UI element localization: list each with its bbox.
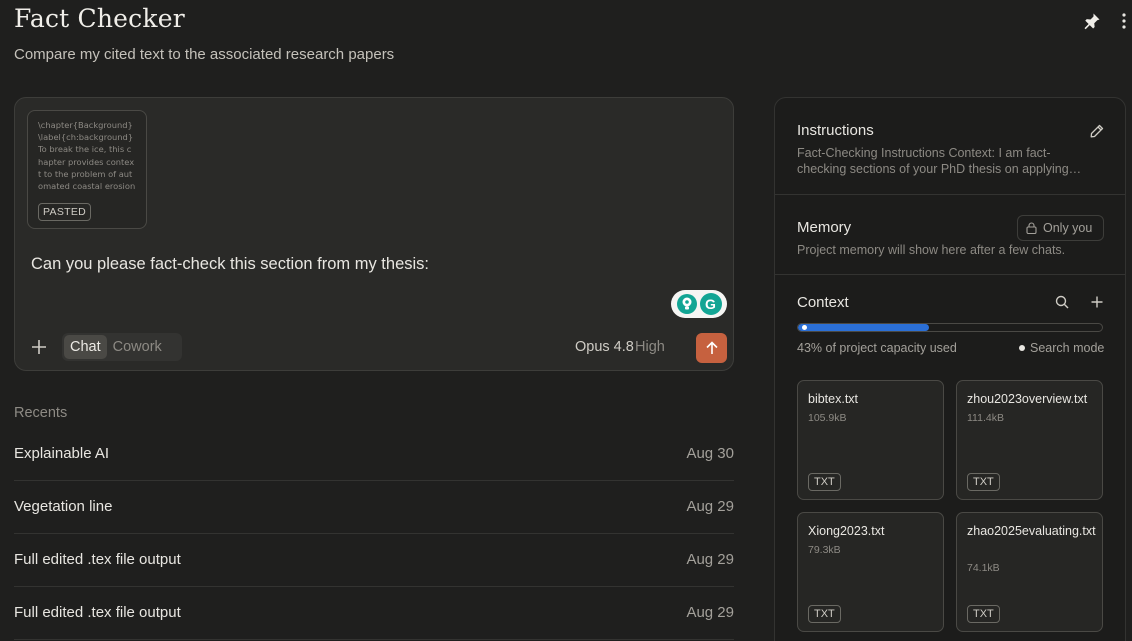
file-size: 79.3kB xyxy=(808,544,841,556)
more-vertical-icon xyxy=(1122,13,1126,29)
search-mode-indicator[interactable]: Search mode xyxy=(1019,341,1104,355)
file-name: zhao2025evaluating.txt xyxy=(967,524,1096,538)
pasted-preview-text: \chapter{Background}\label{ch:background… xyxy=(38,120,136,195)
pencil-icon xyxy=(1090,124,1104,138)
recent-chat-title: Full edited .tex file output xyxy=(14,551,181,568)
instructions-text: Fact-Checking Instructions Context: I am… xyxy=(797,146,1082,176)
project-side-panel: Instructions Fact-Checking Instructions … xyxy=(774,97,1126,641)
search-mode-label: Search mode xyxy=(1030,341,1105,355)
pasted-badge: PASTED xyxy=(38,203,92,221)
recent-chat-item[interactable]: Vegetation line Aug 29 xyxy=(14,481,734,534)
recent-chat-title: Explainable AI xyxy=(14,445,110,462)
search-icon xyxy=(1055,295,1069,309)
file-name: Xiong2023.txt xyxy=(808,524,885,538)
context-title: Context xyxy=(797,294,849,311)
plus-icon xyxy=(32,340,46,354)
capacity-marker xyxy=(802,325,807,330)
file-size: 111.4kB xyxy=(967,412,1004,424)
context-search-button[interactable] xyxy=(1053,293,1071,311)
pin-button[interactable] xyxy=(1082,11,1102,31)
add-context-button[interactable] xyxy=(1088,293,1106,311)
capacity-progress-fill xyxy=(798,324,929,331)
file-name: zhou2023overview.txt xyxy=(967,392,1088,406)
recent-chat-item[interactable]: Full edited .tex file output Aug 29 xyxy=(14,587,734,640)
pasted-attachment[interactable]: \chapter{Background}\label{ch:background… xyxy=(27,110,147,229)
mode-cowork[interactable]: Cowork xyxy=(107,335,168,359)
capacity-progress-bar xyxy=(797,323,1103,332)
effort-selector[interactable]: High xyxy=(635,339,665,355)
grammarly-bulb-icon[interactable] xyxy=(676,294,697,314)
file-size: 105.9kB xyxy=(808,412,847,424)
edit-instructions-button[interactable] xyxy=(1088,122,1106,140)
recents-heading: Recents xyxy=(14,405,68,421)
file-size: 74.1kB xyxy=(967,562,1000,574)
context-file-card[interactable]: bibtex.txt 105.9kB TXT xyxy=(797,380,944,500)
page-title: Fact Checker xyxy=(14,4,185,33)
lock-icon xyxy=(1026,222,1037,234)
send-button[interactable] xyxy=(696,333,727,363)
file-type-badge: TXT xyxy=(967,605,1000,623)
context-file-card[interactable]: Xiong2023.txt 79.3kB TXT xyxy=(797,512,944,632)
search-mode-dot-icon xyxy=(1019,345,1025,351)
pin-icon xyxy=(1084,13,1100,30)
context-file-card[interactable]: zhao2025evaluating.txt 74.1kB TXT xyxy=(956,512,1103,632)
page-subtitle: Compare my cited text to the associated … xyxy=(14,46,395,63)
memory-title: Memory xyxy=(797,219,852,236)
model-selector[interactable]: Opus 4.8 xyxy=(575,339,634,355)
memory-visibility-label: Only you xyxy=(1043,221,1093,235)
recent-chat-item[interactable]: Explainable AI Aug 30 xyxy=(14,428,734,481)
file-name: bibtex.txt xyxy=(808,392,859,406)
recent-chat-date: Aug 29 xyxy=(686,551,734,568)
memory-visibility-badge[interactable]: Only you xyxy=(1017,215,1104,241)
instructions-title: Instructions xyxy=(797,122,874,139)
mode-toggle[interactable]: Chat Cowork xyxy=(62,333,182,361)
grammarly-logo-icon[interactable]: G xyxy=(699,293,722,315)
file-type-badge: TXT xyxy=(808,605,841,623)
recent-chat-title: Vegetation line xyxy=(14,498,113,515)
recent-chat-title: Full edited .tex file output xyxy=(14,604,181,621)
message-input[interactable]: Can you please fact-check this section f… xyxy=(31,255,429,274)
arrow-up-icon xyxy=(705,341,718,354)
recent-chat-date: Aug 30 xyxy=(686,445,734,462)
add-attachment-button[interactable] xyxy=(27,335,51,359)
recent-chat-item[interactable]: Full edited .tex file output Aug 29 xyxy=(14,534,734,587)
grammarly-widget[interactable]: G xyxy=(671,290,727,318)
fact-checker-project-page: Fact Checker Compare my cited text to th… xyxy=(0,0,1132,641)
file-type-badge: TXT xyxy=(967,473,1000,491)
more-options-button[interactable] xyxy=(1117,11,1131,31)
file-type-badge: TXT xyxy=(808,473,841,491)
capacity-text: 43% of project capacity used xyxy=(797,341,957,355)
chat-composer[interactable]: \chapter{Background}\label{ch:background… xyxy=(14,97,734,371)
instructions-section[interactable]: Instructions Fact-Checking Instructions … xyxy=(775,98,1125,195)
mode-chat[interactable]: Chat xyxy=(64,335,107,359)
memory-text: Project memory will show here after a fe… xyxy=(797,243,1066,257)
context-file-card[interactable]: zhou2023overview.txt 111.4kB TXT xyxy=(956,380,1103,500)
plus-icon xyxy=(1091,296,1103,308)
recent-chat-date: Aug 29 xyxy=(686,498,734,515)
recent-chat-date: Aug 29 xyxy=(686,604,734,621)
